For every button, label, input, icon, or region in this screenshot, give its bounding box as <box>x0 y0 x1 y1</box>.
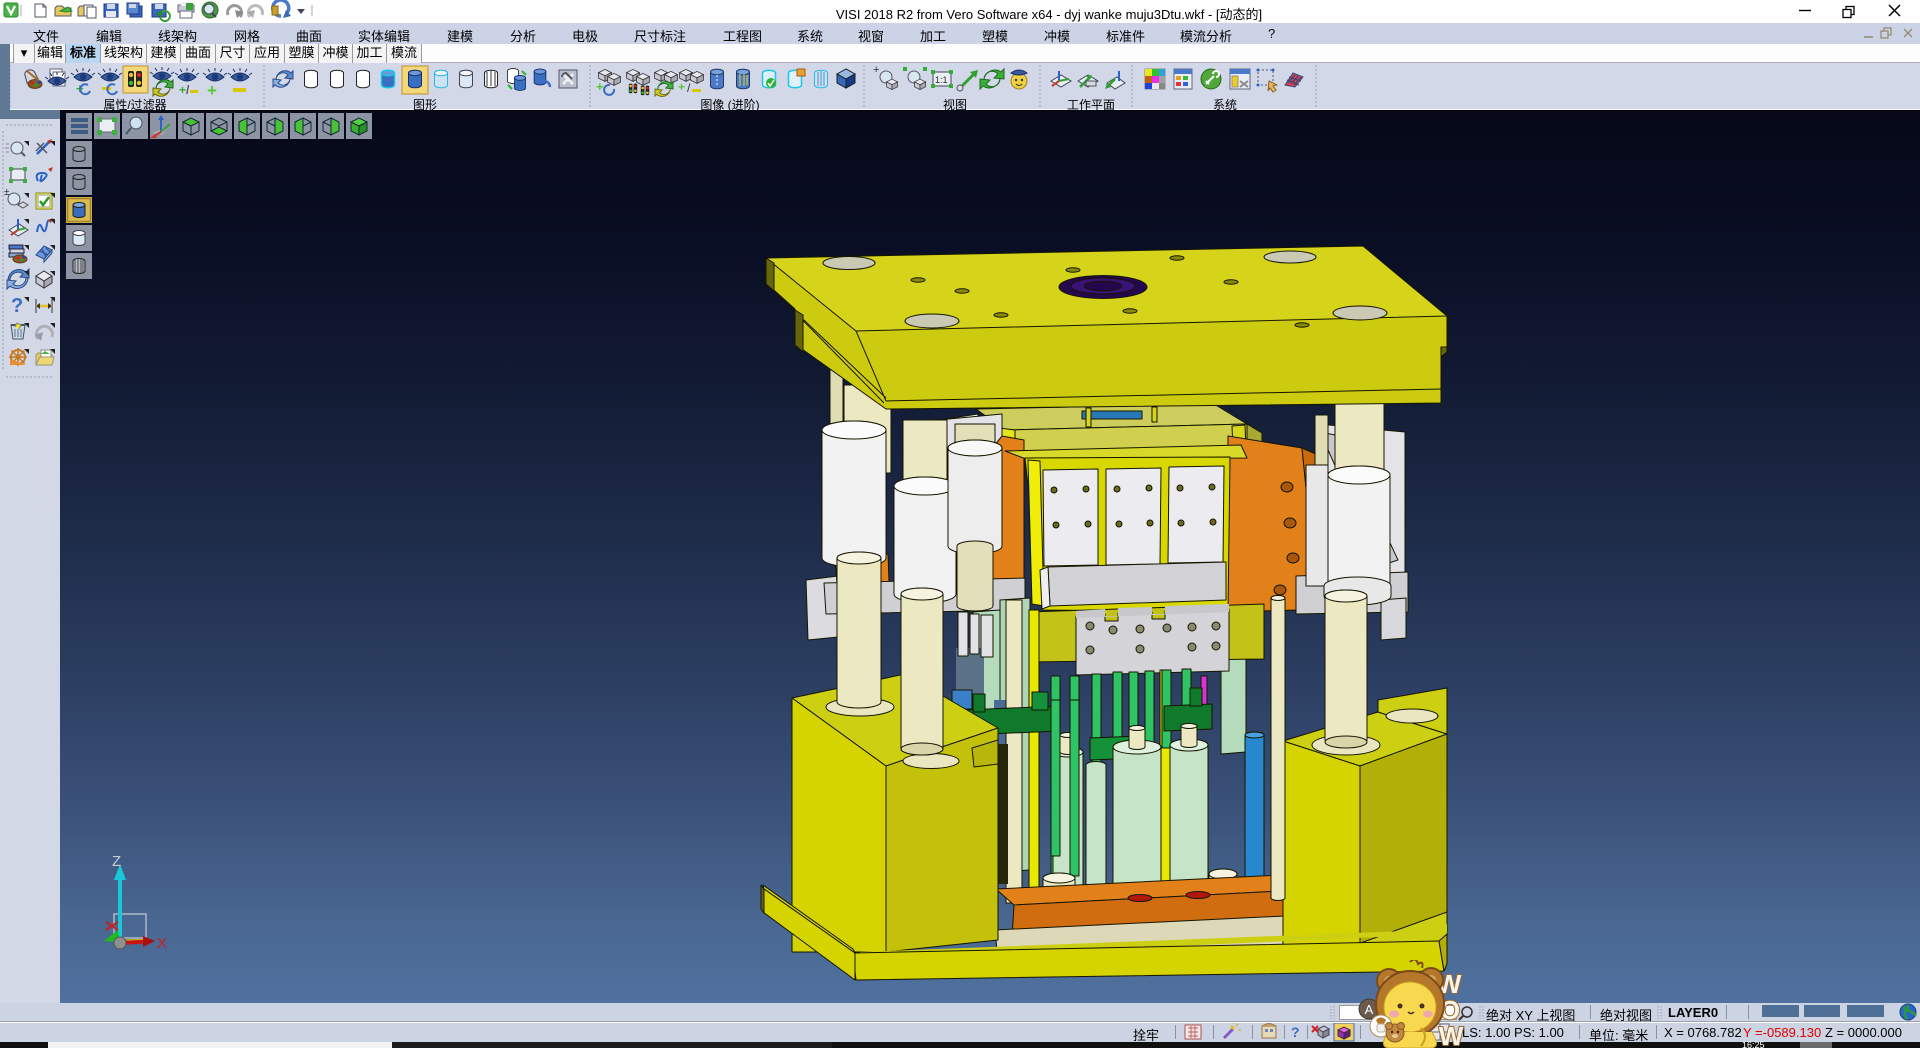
svg-text:Z: Z <box>112 853 121 870</box>
svg-text:?: ? <box>1291 1024 1300 1040</box>
svg-text:±: ± <box>4 187 10 198</box>
svg-text:+: + <box>179 83 186 97</box>
svg-text:/: / <box>687 81 691 95</box>
svg-text:+: + <box>678 80 685 94</box>
svg-text:W: W <box>1439 1021 1464 1048</box>
svg-text:/: / <box>186 83 190 97</box>
svg-text:1:1: 1:1 <box>935 75 948 85</box>
svg-text:+: + <box>596 79 604 94</box>
svg-text:?: ? <box>11 295 23 317</box>
svg-text:+: + <box>207 81 217 100</box>
svg-text:X: X <box>157 935 167 952</box>
svg-text:+: + <box>873 64 879 76</box>
svg-text:A: A <box>1365 1002 1374 1017</box>
